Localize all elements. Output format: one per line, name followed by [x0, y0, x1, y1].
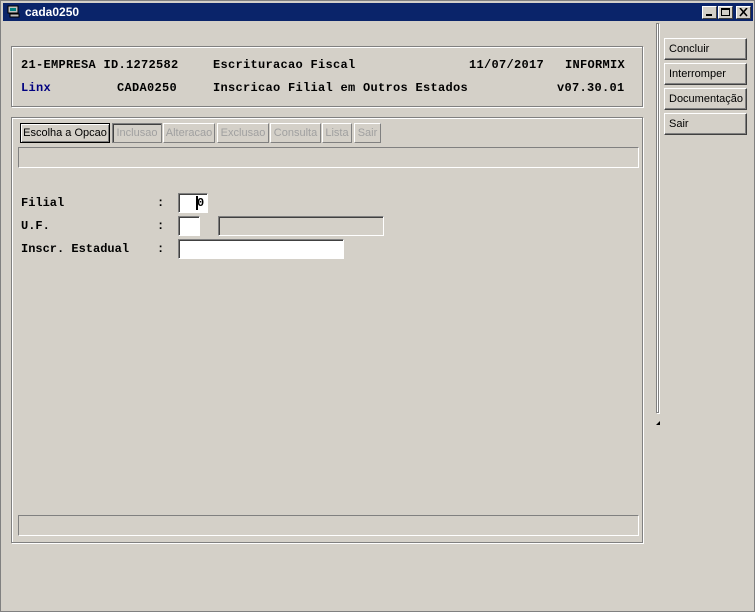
documentacao-button[interactable]: Documentação — [664, 88, 747, 110]
company-id: 21-EMPRESA ID.1272582 — [21, 58, 179, 72]
database-name: INFORMIX — [565, 58, 626, 72]
inscr-estadual-colon: : — [157, 242, 165, 256]
side-panel-divider — [656, 23, 659, 413]
uf-colon: : — [157, 219, 165, 233]
form-panel — [11, 117, 643, 543]
consulta-button[interactable]: Consulta — [270, 123, 321, 143]
computer-icon — [7, 5, 21, 18]
filial-input[interactable]: 0 — [178, 193, 208, 213]
window-title: cada0250 — [25, 5, 80, 19]
choose-option-button[interactable]: Escolha a Opcao — [20, 123, 110, 143]
main-window: cada0250 21-EMPRESA ID.1272582 Escritura… — [0, 0, 755, 612]
program-code: CADA0250 — [117, 81, 178, 95]
filial-colon: : — [157, 196, 165, 210]
text-cursor — [196, 196, 198, 210]
screen-title: Inscricao Filial em Outros Estados — [213, 81, 469, 95]
close-icon — [739, 8, 748, 17]
concluir-button[interactable]: Concluir — [664, 38, 747, 60]
date: 11/07/2017 — [469, 58, 545, 72]
maximize-icon — [721, 8, 730, 16]
uf-input[interactable] — [178, 216, 200, 236]
maximize-button[interactable] — [718, 6, 733, 19]
filial-label: Filial — [21, 196, 65, 210]
program-header: 21-EMPRESA ID.1272582 Escrituracao Fisca… — [11, 46, 643, 107]
filial-value: 0 — [197, 196, 205, 210]
version: v07.30.01 — [557, 81, 625, 95]
module-name: Escrituracao Fiscal — [213, 58, 356, 72]
inscr-estadual-label: Inscr. Estadual — [21, 242, 130, 256]
brand-name: Linx — [21, 81, 52, 95]
title-bar[interactable]: cada0250 — [3, 3, 753, 21]
sair-option-button[interactable]: Sair — [354, 123, 381, 143]
status-bar — [18, 515, 639, 536]
minimize-button[interactable] — [702, 6, 717, 19]
lista-button[interactable]: Lista — [322, 123, 352, 143]
close-button[interactable] — [736, 6, 751, 19]
interromper-button[interactable]: Interromper — [664, 63, 747, 85]
minimize-icon — [706, 14, 712, 16]
sair-button[interactable]: Sair — [664, 113, 747, 135]
inscr-estadual-input[interactable] — [178, 239, 344, 259]
alteracao-button[interactable]: Alteracao — [163, 123, 215, 143]
uf-description-field — [218, 216, 384, 236]
exclusao-button[interactable]: Exclusao — [217, 123, 269, 143]
inclusao-button[interactable]: Inclusao — [112, 123, 162, 143]
message-bar — [18, 147, 639, 168]
resize-grip-icon[interactable] — [656, 421, 660, 425]
uf-label: U.F. — [21, 219, 50, 233]
